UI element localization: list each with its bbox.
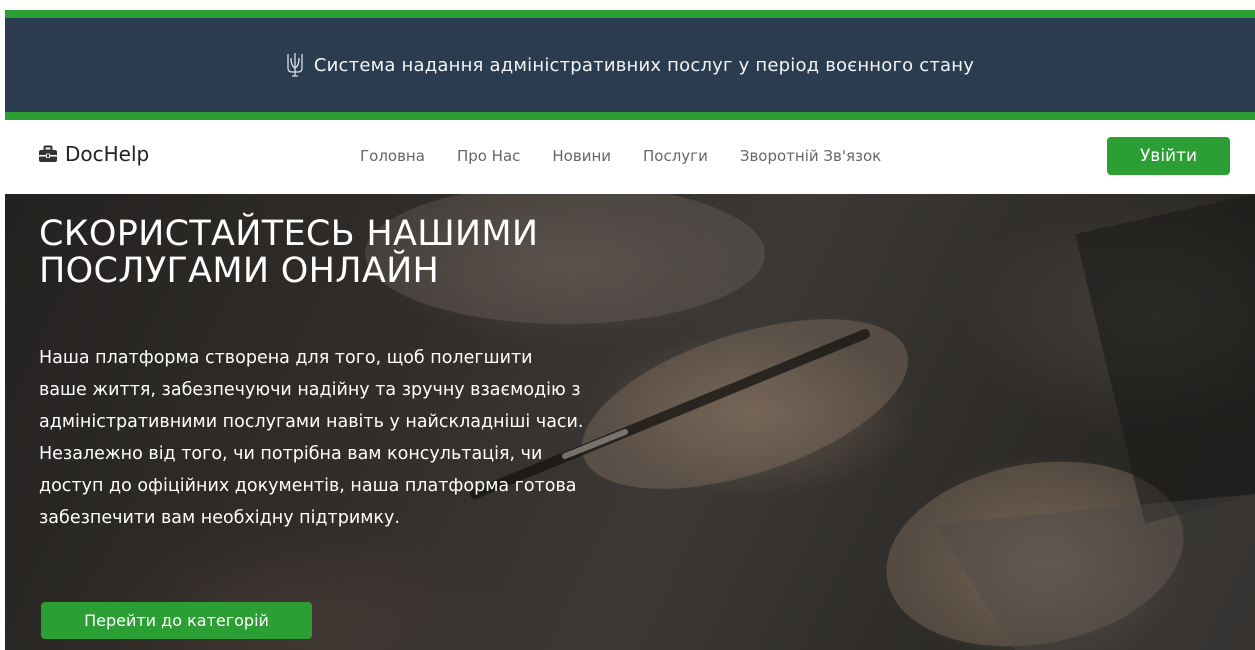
nav-link-news[interactable]: Новини xyxy=(552,147,611,165)
top-banner: Система надання адміністративних послуг … xyxy=(5,10,1255,120)
login-button[interactable]: Увійти xyxy=(1107,137,1230,175)
banner-text: Система надання адміністративних послуг … xyxy=(313,54,975,76)
brand-name: DocHelp xyxy=(65,142,150,166)
nav-link-services[interactable]: Послуги xyxy=(643,147,708,165)
hero-title: СКОРИСТАЙТЕСЬ НАШИМИ ПОСЛУГАМИ ОНЛАЙН xyxy=(39,214,539,291)
go-to-categories-button[interactable]: Перейти до категорій xyxy=(41,602,312,639)
briefcase-icon xyxy=(39,145,57,162)
nav-menu: Головна Про Нас Новини Послуги Зворотній… xyxy=(360,147,881,165)
nav-link-home[interactable]: Головна xyxy=(360,147,425,165)
brand-logo[interactable]: DocHelp xyxy=(38,142,149,166)
hero-section: СКОРИСТАЙТЕСЬ НАШИМИ ПОСЛУГАМИ ОНЛАЙН На… xyxy=(5,194,1255,650)
navbar: DocHelp Головна Про Нас Новини Послуги З… xyxy=(0,120,1255,194)
nav-link-contact[interactable]: Зворотній Зв'язок xyxy=(740,147,881,165)
hero-description: Наша платформа створена для того, щоб по… xyxy=(39,348,584,528)
page: Система надання адміністративних послуг … xyxy=(0,0,1255,650)
nav-link-about[interactable]: Про Нас xyxy=(457,147,520,165)
trident-icon xyxy=(287,53,303,77)
banner-content: Система надання адміністративних послуг … xyxy=(286,52,974,78)
